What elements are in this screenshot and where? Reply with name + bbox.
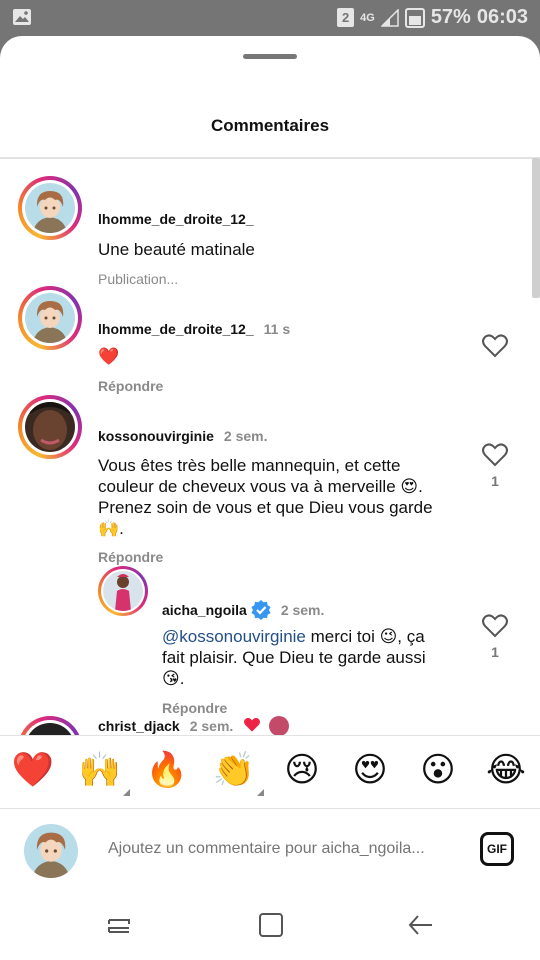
anime-boy-avatar-icon xyxy=(25,183,75,233)
emoji-surprised-button[interactable]: 😮 xyxy=(416,750,460,790)
emoji-clap-button[interactable]: 👏 xyxy=(212,750,264,796)
system-nav-bar xyxy=(0,894,540,960)
status-right: 2 4G 57% 06:03 xyxy=(337,6,528,29)
sheet-drag-handle[interactable] xyxy=(243,54,297,59)
emoji-quick-bar: ❤️ 🙌 🔥 👏 😢 😍 😮 😂 xyxy=(0,736,540,808)
emoji-glyph: 👏 xyxy=(212,750,256,790)
emoji-raising-hands-button[interactable]: 🙌 xyxy=(78,750,130,796)
status-time: 06:03 xyxy=(476,6,528,28)
publication-label: Publication... xyxy=(98,271,179,287)
comment-line: Vous êtes très belle mannequin, et cette xyxy=(98,456,401,475)
comment-line: couleur de cheveux vous va à merveille 😍… xyxy=(98,477,423,496)
like-count: 1 xyxy=(491,473,499,489)
emoji-fire-button[interactable]: 🔥 xyxy=(145,750,189,790)
like-heart-icon[interactable] xyxy=(482,334,508,358)
username-text[interactable]: christ_djack xyxy=(98,718,180,734)
avatar[interactable] xyxy=(18,716,82,736)
avatar[interactable] xyxy=(18,286,82,350)
comment-time: 2 sem. xyxy=(280,602,325,618)
comment-text: Vous êtes très belle mannequin, et cette… xyxy=(98,455,468,539)
battery-icon xyxy=(404,7,425,28)
header-divider xyxy=(0,157,540,159)
gif-button[interactable]: GIF xyxy=(480,832,514,866)
signal-icon xyxy=(380,8,399,27)
like-count: 1 xyxy=(491,644,499,660)
battery-percent: 57% xyxy=(430,6,471,28)
author-liked-heart-icon xyxy=(244,717,261,732)
home-icon[interactable] xyxy=(256,910,286,940)
comment-text: ❤️ xyxy=(98,347,120,367)
comment-username[interactable]: kossonouvirginie 2 sem. xyxy=(98,428,268,444)
mention-link[interactable]: @kossonouvirginie xyxy=(162,627,306,646)
anime-boy-avatar-icon xyxy=(25,293,75,343)
sim-badge: 2 xyxy=(337,8,355,27)
comment-line: 🙌. xyxy=(98,519,124,538)
verified-badge-icon xyxy=(251,600,271,620)
reply-button[interactable]: Répondre xyxy=(98,378,163,394)
comments-sheet: Commentaires lhomme_de_droite_12_ Une be… xyxy=(0,36,540,960)
composer-divider xyxy=(0,808,540,809)
comment-username[interactable]: christ_djack 2 sem. xyxy=(98,716,290,736)
comment-username[interactable]: lhomme_de_droite_12_ 11 s xyxy=(98,321,290,337)
username-text[interactable]: aicha_ngoila xyxy=(162,602,247,618)
comment-username[interactable]: aicha_ngoila 2 sem. xyxy=(162,600,324,620)
emoji-glyph: 🙌 xyxy=(78,750,122,790)
emoji-laughing-button[interactable]: 😂 xyxy=(484,750,528,790)
username-text[interactable]: kossonouvirginie xyxy=(98,428,214,444)
like-heart-icon[interactable] xyxy=(482,443,508,467)
avatar[interactable] xyxy=(18,176,82,240)
emoji-heart-eyes-button[interactable]: 😍 xyxy=(348,750,392,790)
comment-line: fait plaisir. Que Dieu te garde aussi xyxy=(162,648,426,667)
comment-time: 11 s xyxy=(263,321,291,337)
emoji-heart-button[interactable]: ❤️ xyxy=(11,750,55,790)
woman-selfie-avatar-icon xyxy=(25,402,75,452)
back-icon[interactable] xyxy=(406,910,436,940)
recents-icon[interactable] xyxy=(104,910,134,940)
comment-text: @kossonouvirginie merci toi 😉, ça fait p… xyxy=(162,626,462,689)
gallery-icon xyxy=(13,9,31,25)
comment-time: 2 sem. xyxy=(223,428,268,444)
skin-tone-indicator xyxy=(123,789,130,796)
comment-time: 2 sem. xyxy=(189,718,234,734)
comment-username[interactable]: lhomme_de_droite_12_ xyxy=(98,211,254,227)
network-label: 4G xyxy=(360,11,375,24)
composer-avatar xyxy=(24,824,78,878)
anime-boy-avatar-icon xyxy=(24,824,78,878)
username-text[interactable]: lhomme_de_droite_12_ xyxy=(98,211,254,227)
comment-line: Prenez soin de vous et que Dieu vous gar… xyxy=(98,498,433,517)
skin-tone-indicator xyxy=(257,789,264,796)
comment-input[interactable] xyxy=(108,840,468,858)
avatar[interactable] xyxy=(98,566,148,616)
scrollbar[interactable] xyxy=(532,158,540,298)
comment-line: @kossonouvirginie merci toi 😉, ça xyxy=(162,626,462,647)
like-heart-icon[interactable] xyxy=(482,614,508,638)
comment-line: 😘. xyxy=(162,669,185,688)
comment-item: christ_djack 2 sem. xyxy=(0,712,530,736)
author-mini-avatar xyxy=(269,716,290,736)
avatar[interactable] xyxy=(18,395,82,459)
woman-red-dress-avatar-icon xyxy=(103,571,143,611)
sheet-title: Commentaires xyxy=(210,116,330,135)
reply-button[interactable]: Répondre xyxy=(98,549,163,565)
emoji-crying-button[interactable]: 😢 xyxy=(280,750,324,790)
username-text[interactable]: lhomme_de_droite_12_ xyxy=(98,321,254,337)
status-bar: 2 4G 57% 06:03 xyxy=(0,0,540,36)
comment-composer: GIF xyxy=(0,810,540,894)
comment-line-text: merci toi 😉, ça xyxy=(305,627,425,646)
comment-text: Une beauté matinale xyxy=(98,240,255,259)
